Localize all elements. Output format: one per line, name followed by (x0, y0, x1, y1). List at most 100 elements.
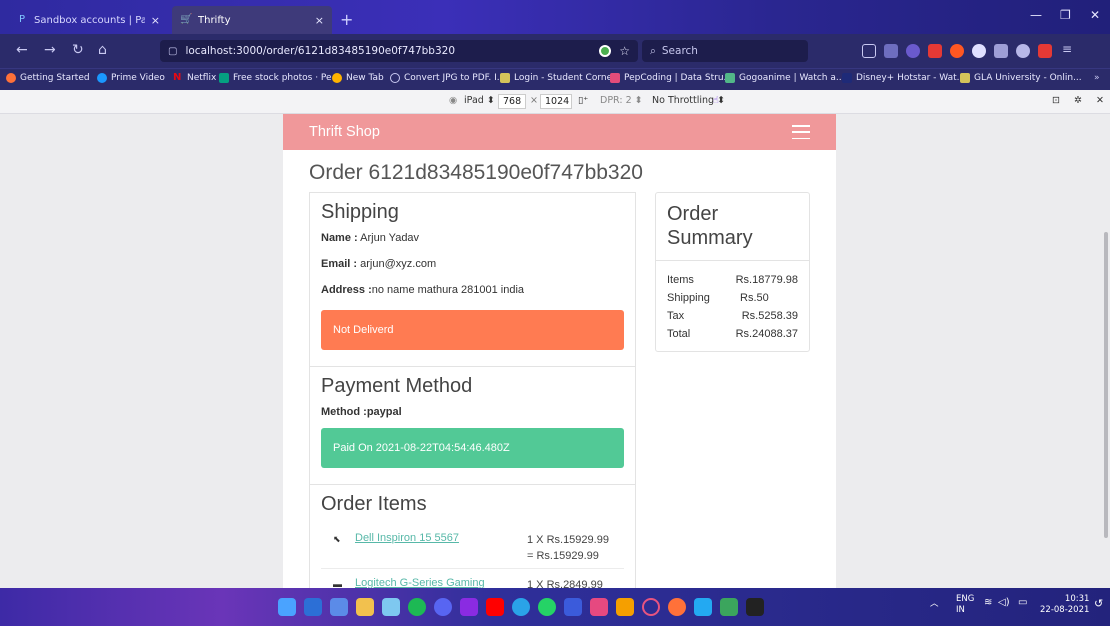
more-bookmarks-icon[interactable]: » (1094, 73, 1100, 83)
summary-heading: Order Summary (656, 193, 809, 261)
payment-status-alert: Paid On 2021-08-22T04:54:46.480Z (321, 428, 624, 468)
reload-icon[interactable]: ↻ (72, 42, 84, 58)
telegram-icon[interactable] (512, 598, 530, 616)
close-responsive-icon[interactable]: ✕ (1096, 95, 1104, 106)
product-link[interactable]: Dell Inspiron 15 5567 (355, 532, 527, 564)
extension-badge-icon[interactable] (928, 44, 942, 58)
wifi-icon[interactable]: ≋ (984, 597, 992, 608)
opera-icon[interactable] (642, 598, 660, 616)
extension-cloud-icon[interactable] (972, 44, 986, 58)
notification-icon[interactable]: ↺ (1094, 597, 1103, 610)
hamburger-menu-icon[interactable] (792, 125, 810, 139)
rotate-icon[interactable]: ▯⁺ (578, 95, 588, 106)
responsive-toolbar: ◉ iPad ⬍ 768 × 1024 ▯⁺ DPR: 2 ⬍ No Throt… (0, 90, 1110, 114)
language-indicator[interactable]: ENG IN (956, 594, 974, 616)
spotify-icon[interactable] (408, 598, 426, 616)
start-icon[interactable] (278, 598, 296, 616)
bookmark-item[interactable]: Convert JPG to PDF. I... (390, 73, 505, 83)
brand-link[interactable]: Thrift Shop (309, 124, 792, 140)
clock[interactable]: 10:31 22-08-2021 (1040, 594, 1089, 616)
tray-chevron-icon[interactable]: ︿ (930, 597, 939, 609)
device-icon: ◉ (449, 95, 458, 106)
search-placeholder: Search (661, 45, 698, 57)
close-tab-icon[interactable]: × (151, 14, 160, 27)
bookmark-item[interactable]: N Netflix (173, 73, 216, 84)
page-info-icon[interactable]: ▢ (168, 46, 177, 57)
app-aa-icon[interactable] (564, 598, 582, 616)
bookmarks-bar: Getting Started Prime Video N Netflix Fre… (0, 68, 1110, 90)
menu-icon[interactable]: ≡ (1062, 42, 1076, 56)
app-v-icon[interactable] (460, 598, 478, 616)
device-select[interactable]: iPad ⬍ (464, 95, 495, 106)
tracking-shield-icon[interactable] (599, 45, 612, 57)
terminal-icon[interactable] (746, 598, 764, 616)
restore-icon[interactable]: ❐ (1060, 8, 1071, 22)
vscode-icon[interactable] (694, 598, 712, 616)
payment-method: Method :paypal (321, 406, 402, 418)
order-items-heading: Order Items (321, 493, 427, 515)
firefox-icon[interactable] (668, 598, 686, 616)
search-input[interactable]: ⌕ Search (642, 40, 808, 62)
url-bar[interactable]: ▢ localhost:3000/order/6121d83485190e0f7… (160, 40, 638, 62)
bookmark-item[interactable]: PepCoding | Data Stru... (610, 73, 732, 83)
file-explorer-icon[interactable] (356, 598, 374, 616)
pocket-icon[interactable] (862, 44, 876, 58)
bookmark-item[interactable]: GLA University - Onlin... (960, 73, 1082, 83)
shipping-address: Address :no name mathura 281001 india (321, 284, 525, 296)
summary-row: Shipping Rs.50 (667, 292, 769, 304)
product-link[interactable]: Logitech G-Series Gaming (355, 577, 527, 588)
list-item: ⬉ Dell Inspiron 15 5567 1 X Rs.15929.99 =… (321, 524, 624, 569)
close-window-icon[interactable]: ✕ (1090, 8, 1100, 22)
home-icon[interactable]: ⌂ (98, 42, 107, 58)
extension-circle-icon[interactable] (1016, 44, 1030, 58)
height-input[interactable]: 1024 (540, 94, 572, 109)
bookmark-item[interactable]: New Tab (332, 73, 384, 83)
bookmark-item[interactable]: Login - Student Corner (500, 73, 616, 83)
width-input[interactable]: 768 (498, 94, 526, 109)
settings-icon[interactable]: ✲ (1074, 95, 1082, 106)
touch-icon[interactable]: ☝ (713, 95, 719, 106)
task-view-icon[interactable] (330, 598, 348, 616)
whatsapp-icon[interactable] (538, 598, 556, 616)
tab-thrifty[interactable]: 🛒 Thrifty × (172, 6, 332, 34)
library-icon[interactable] (884, 44, 898, 58)
app-navbar: Thrift Shop (283, 114, 836, 150)
minimize-icon[interactable]: — (1030, 8, 1042, 22)
mail-icon[interactable] (382, 598, 400, 616)
screenshot-icon[interactable]: ⊡ (1052, 95, 1060, 106)
app-red-icon[interactable] (590, 598, 608, 616)
times-sign: × (530, 95, 538, 106)
shipping-section: Shipping Name : Arjun Yadav Email : arju… (310, 193, 635, 367)
dpr-select[interactable]: DPR: 2 ⬍ (600, 95, 643, 106)
extension-v-icon[interactable] (906, 44, 920, 58)
app-yellow-icon[interactable] (616, 598, 634, 616)
close-tab-icon[interactable]: × (315, 14, 324, 27)
volume-icon[interactable]: ◁) (998, 597, 1010, 608)
page-scrollbar[interactable] (1104, 232, 1108, 538)
discord-icon[interactable] (434, 598, 452, 616)
bookmark-item[interactable]: Free stock photos · Pe... (219, 73, 340, 83)
browser-nav-bar: ← → ↻ ⌂ ▢ localhost:3000/order/6121d8348… (0, 34, 1110, 68)
app-green-icon[interactable] (720, 598, 738, 616)
extension-square-icon[interactable] (994, 44, 1008, 58)
youtube-icon[interactable] (486, 598, 504, 616)
extension-gift-icon[interactable] (1038, 44, 1052, 58)
shipping-email: Email : arjun@xyz.com (321, 258, 437, 270)
order-items-section: Order Items ⬉ Dell Inspiron 15 5567 1 X … (310, 485, 635, 588)
summary-rows: Items Rs.18779.98 Shipping Rs.50 Tax Rs.525… (656, 261, 809, 353)
back-icon[interactable]: ← (16, 42, 28, 58)
battery-icon[interactable]: ▭ (1018, 597, 1027, 608)
bookmark-item[interactable]: Disney+ Hotstar - Wat... (842, 73, 965, 83)
bookmark-item[interactable]: Gogoanime | Watch a... (725, 73, 844, 83)
search-icon[interactable] (304, 598, 322, 616)
bookmark-star-icon[interactable]: ☆ (619, 44, 630, 58)
bookmark-item[interactable]: Getting Started (6, 73, 90, 83)
extension-red-icon[interactable] (950, 44, 964, 58)
new-tab-icon[interactable]: + (340, 10, 353, 29)
product-thumbnail: ▬ (333, 579, 342, 588)
bookmark-item[interactable]: Prime Video (97, 73, 165, 83)
summary-row: Total Rs.24088.37 (667, 328, 798, 340)
tab-paypal-sandbox[interactable]: P Sandbox accounts | PayPal Dev × (8, 6, 168, 34)
forward-icon[interactable]: → (44, 42, 56, 58)
summary-row: Items Rs.18779.98 (667, 274, 798, 286)
